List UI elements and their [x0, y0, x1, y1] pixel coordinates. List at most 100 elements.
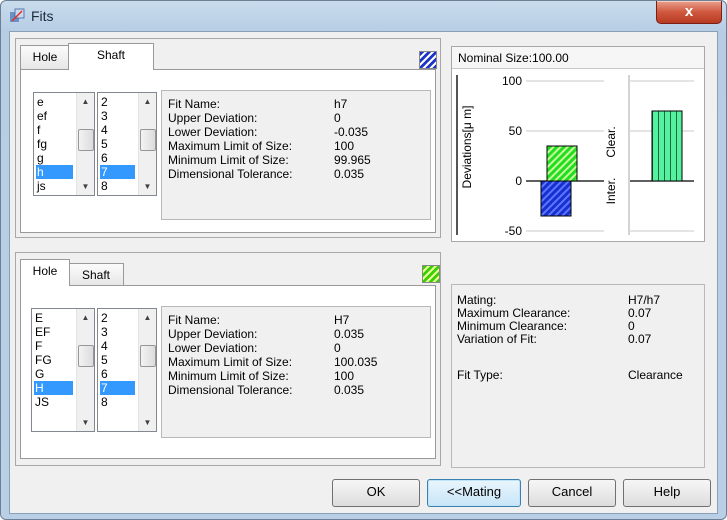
scrollbar[interactable]: ▲ ▼ [76, 309, 94, 431]
hole-letter-list[interactable]: E EF F FG G H JS ▲ ▼ [31, 308, 95, 432]
client-area: Hole Shaft e ef f fg g h js ▲ ▼ 2 3 4 5 … [9, 31, 718, 514]
scroll-thumb[interactable] [78, 345, 94, 367]
help-button[interactable]: Help [623, 479, 711, 507]
deviation-chart-panel: Nominal Size:100.00 Deviations[μ m] Clea… [451, 46, 705, 242]
mating-label: Minimum Clearance: [457, 319, 568, 333]
y-axis-label: Deviations[μ m] [460, 106, 474, 189]
hole-pattern-swatch[interactable] [422, 265, 440, 283]
info-value: 100 [334, 369, 355, 383]
scroll-down-icon[interactable]: ▼ [139, 414, 156, 431]
info-value: 0.035 [334, 167, 365, 181]
list-item[interactable]: 4 [100, 123, 135, 137]
nominal-size-label: Nominal Size:100.00 [452, 47, 704, 69]
list-item[interactable]: 8 [100, 179, 135, 193]
list-item[interactable]: ef [36, 109, 73, 123]
list-item[interactable]: 5 [100, 137, 135, 151]
scrollbar[interactable]: ▲ ▼ [76, 93, 94, 195]
list-item[interactable]: G [34, 367, 73, 381]
window-title: Fits [31, 8, 54, 24]
list-item-selected[interactable]: h [36, 165, 73, 179]
fits-dialog: Fits x Hole Shaft e ef f fg g h js ▲ ▼ 2… [0, 0, 727, 520]
hole-tolerance-bar [546, 145, 578, 182]
scroll-up-icon[interactable]: ▲ [139, 309, 156, 326]
info-label: Upper Deviation: [168, 111, 258, 125]
tab-shaft[interactable]: Shaft [68, 43, 154, 70]
list-item[interactable]: 2 [100, 311, 135, 325]
tab-label: Shaft [81, 268, 111, 282]
ok-button[interactable]: OK [332, 479, 420, 507]
info-label: Dimensional Tolerance: [168, 383, 293, 397]
scroll-down-icon[interactable]: ▼ [77, 178, 94, 195]
info-value: 99.965 [334, 153, 371, 167]
list-item[interactable]: FG [34, 353, 73, 367]
list-item[interactable]: 4 [100, 339, 135, 353]
list-item[interactable]: F [34, 339, 73, 353]
shaft-letter-list[interactable]: e ef f fg g h js ▲ ▼ [33, 92, 95, 196]
mating-label: Variation of Fit: [457, 332, 537, 346]
hole-tab-panel: E EF F FG G H JS ▲ ▼ 2 3 4 5 6 7 8 ▲ ▼ F… [20, 285, 436, 459]
info-label: Minimum Limit of Size: [168, 369, 289, 383]
shaft-grade-list[interactable]: 2 3 4 5 6 7 8 ▲ ▼ [97, 92, 157, 196]
list-item[interactable]: g [36, 151, 73, 165]
list-item[interactable]: 2 [100, 95, 135, 109]
list-item-selected[interactable]: 7 [100, 165, 135, 179]
y-tick-label: -50 [505, 224, 523, 238]
shaft-pattern-swatch[interactable] [419, 51, 437, 69]
tab-hole[interactable]: Hole [20, 259, 70, 286]
list-item[interactable]: E [34, 311, 73, 325]
scroll-down-icon[interactable]: ▼ [77, 414, 94, 431]
mating-panel: Mating: Maximum Clearance: Minimum Clear… [451, 284, 705, 468]
scroll-thumb[interactable] [140, 129, 156, 151]
info-value: -0.035 [334, 125, 369, 139]
y-tick-label: 0 [515, 174, 522, 188]
list-item[interactable]: e [36, 95, 73, 109]
tab-shaft[interactable]: Shaft [68, 263, 124, 286]
deviation-chart: Deviations[μ m] Clear. Inter. 100 50 0 -50 [456, 74, 694, 238]
fit-type-label: Fit Type: [457, 368, 503, 382]
title-bar[interactable]: Fits x [1, 1, 726, 31]
info-value: 0.035 [334, 327, 365, 341]
list-item[interactable]: fg [36, 137, 73, 151]
scroll-down-icon[interactable]: ▼ [139, 178, 156, 195]
info-label: Maximum Limit of Size: [168, 139, 293, 153]
y-tick-label: 100 [502, 74, 522, 88]
scroll-thumb[interactable] [140, 345, 156, 367]
list-item-selected[interactable]: 7 [100, 381, 135, 395]
scroll-up-icon[interactable]: ▲ [139, 93, 156, 110]
shaft-groupbox: Hole Shaft e ef f fg g h js ▲ ▼ 2 3 4 5 … [15, 38, 441, 238]
tab-hole[interactable]: Hole [20, 45, 70, 70]
hole-grade-list[interactable]: 2 3 4 5 6 7 8 ▲ ▼ [97, 308, 157, 432]
list-item[interactable]: 5 [100, 353, 135, 367]
mating-button[interactable]: <<Mating [427, 479, 521, 507]
scrollbar[interactable]: ▲ ▼ [138, 309, 156, 431]
tab-label: Shaft [96, 48, 126, 62]
list-item[interactable]: EF [34, 325, 73, 339]
info-label: Fit Name: [168, 97, 221, 111]
clearance-bar [651, 110, 683, 182]
mating-value: H7/h7 [628, 293, 661, 307]
list-item[interactable]: 3 [100, 109, 135, 123]
scroll-up-icon[interactable]: ▲ [77, 93, 94, 110]
clear-label: Clear. [604, 126, 618, 157]
shaft-tab-panel: e ef f fg g h js ▲ ▼ 2 3 4 5 6 7 8 ▲ ▼ F… [20, 69, 436, 233]
mating-label: Mating: [457, 293, 497, 307]
scroll-thumb[interactable] [78, 129, 94, 151]
list-item[interactable]: f [36, 123, 73, 137]
list-item[interactable]: JS [34, 395, 73, 409]
info-value: 0.035 [334, 383, 365, 397]
mating-value: 0.07 [628, 306, 652, 320]
hole-info-panel: Fit Name: Upper Deviation: Lower Deviati… [161, 306, 431, 438]
list-item[interactable]: 8 [100, 395, 135, 409]
scrollbar[interactable]: ▲ ▼ [138, 93, 156, 195]
list-item[interactable]: 6 [100, 367, 135, 381]
mating-label: Maximum Clearance: [457, 306, 571, 320]
list-item-selected[interactable]: H [34, 381, 73, 395]
info-label: Maximum Limit of Size: [168, 355, 293, 369]
list-item[interactable]: js [36, 179, 73, 193]
list-item[interactable]: 3 [100, 325, 135, 339]
cancel-button[interactable]: Cancel [528, 479, 616, 507]
scroll-up-icon[interactable]: ▲ [77, 309, 94, 326]
close-button[interactable]: x [656, 1, 722, 24]
list-item[interactable]: 6 [100, 151, 135, 165]
fit-type-value: Clearance [628, 368, 683, 382]
